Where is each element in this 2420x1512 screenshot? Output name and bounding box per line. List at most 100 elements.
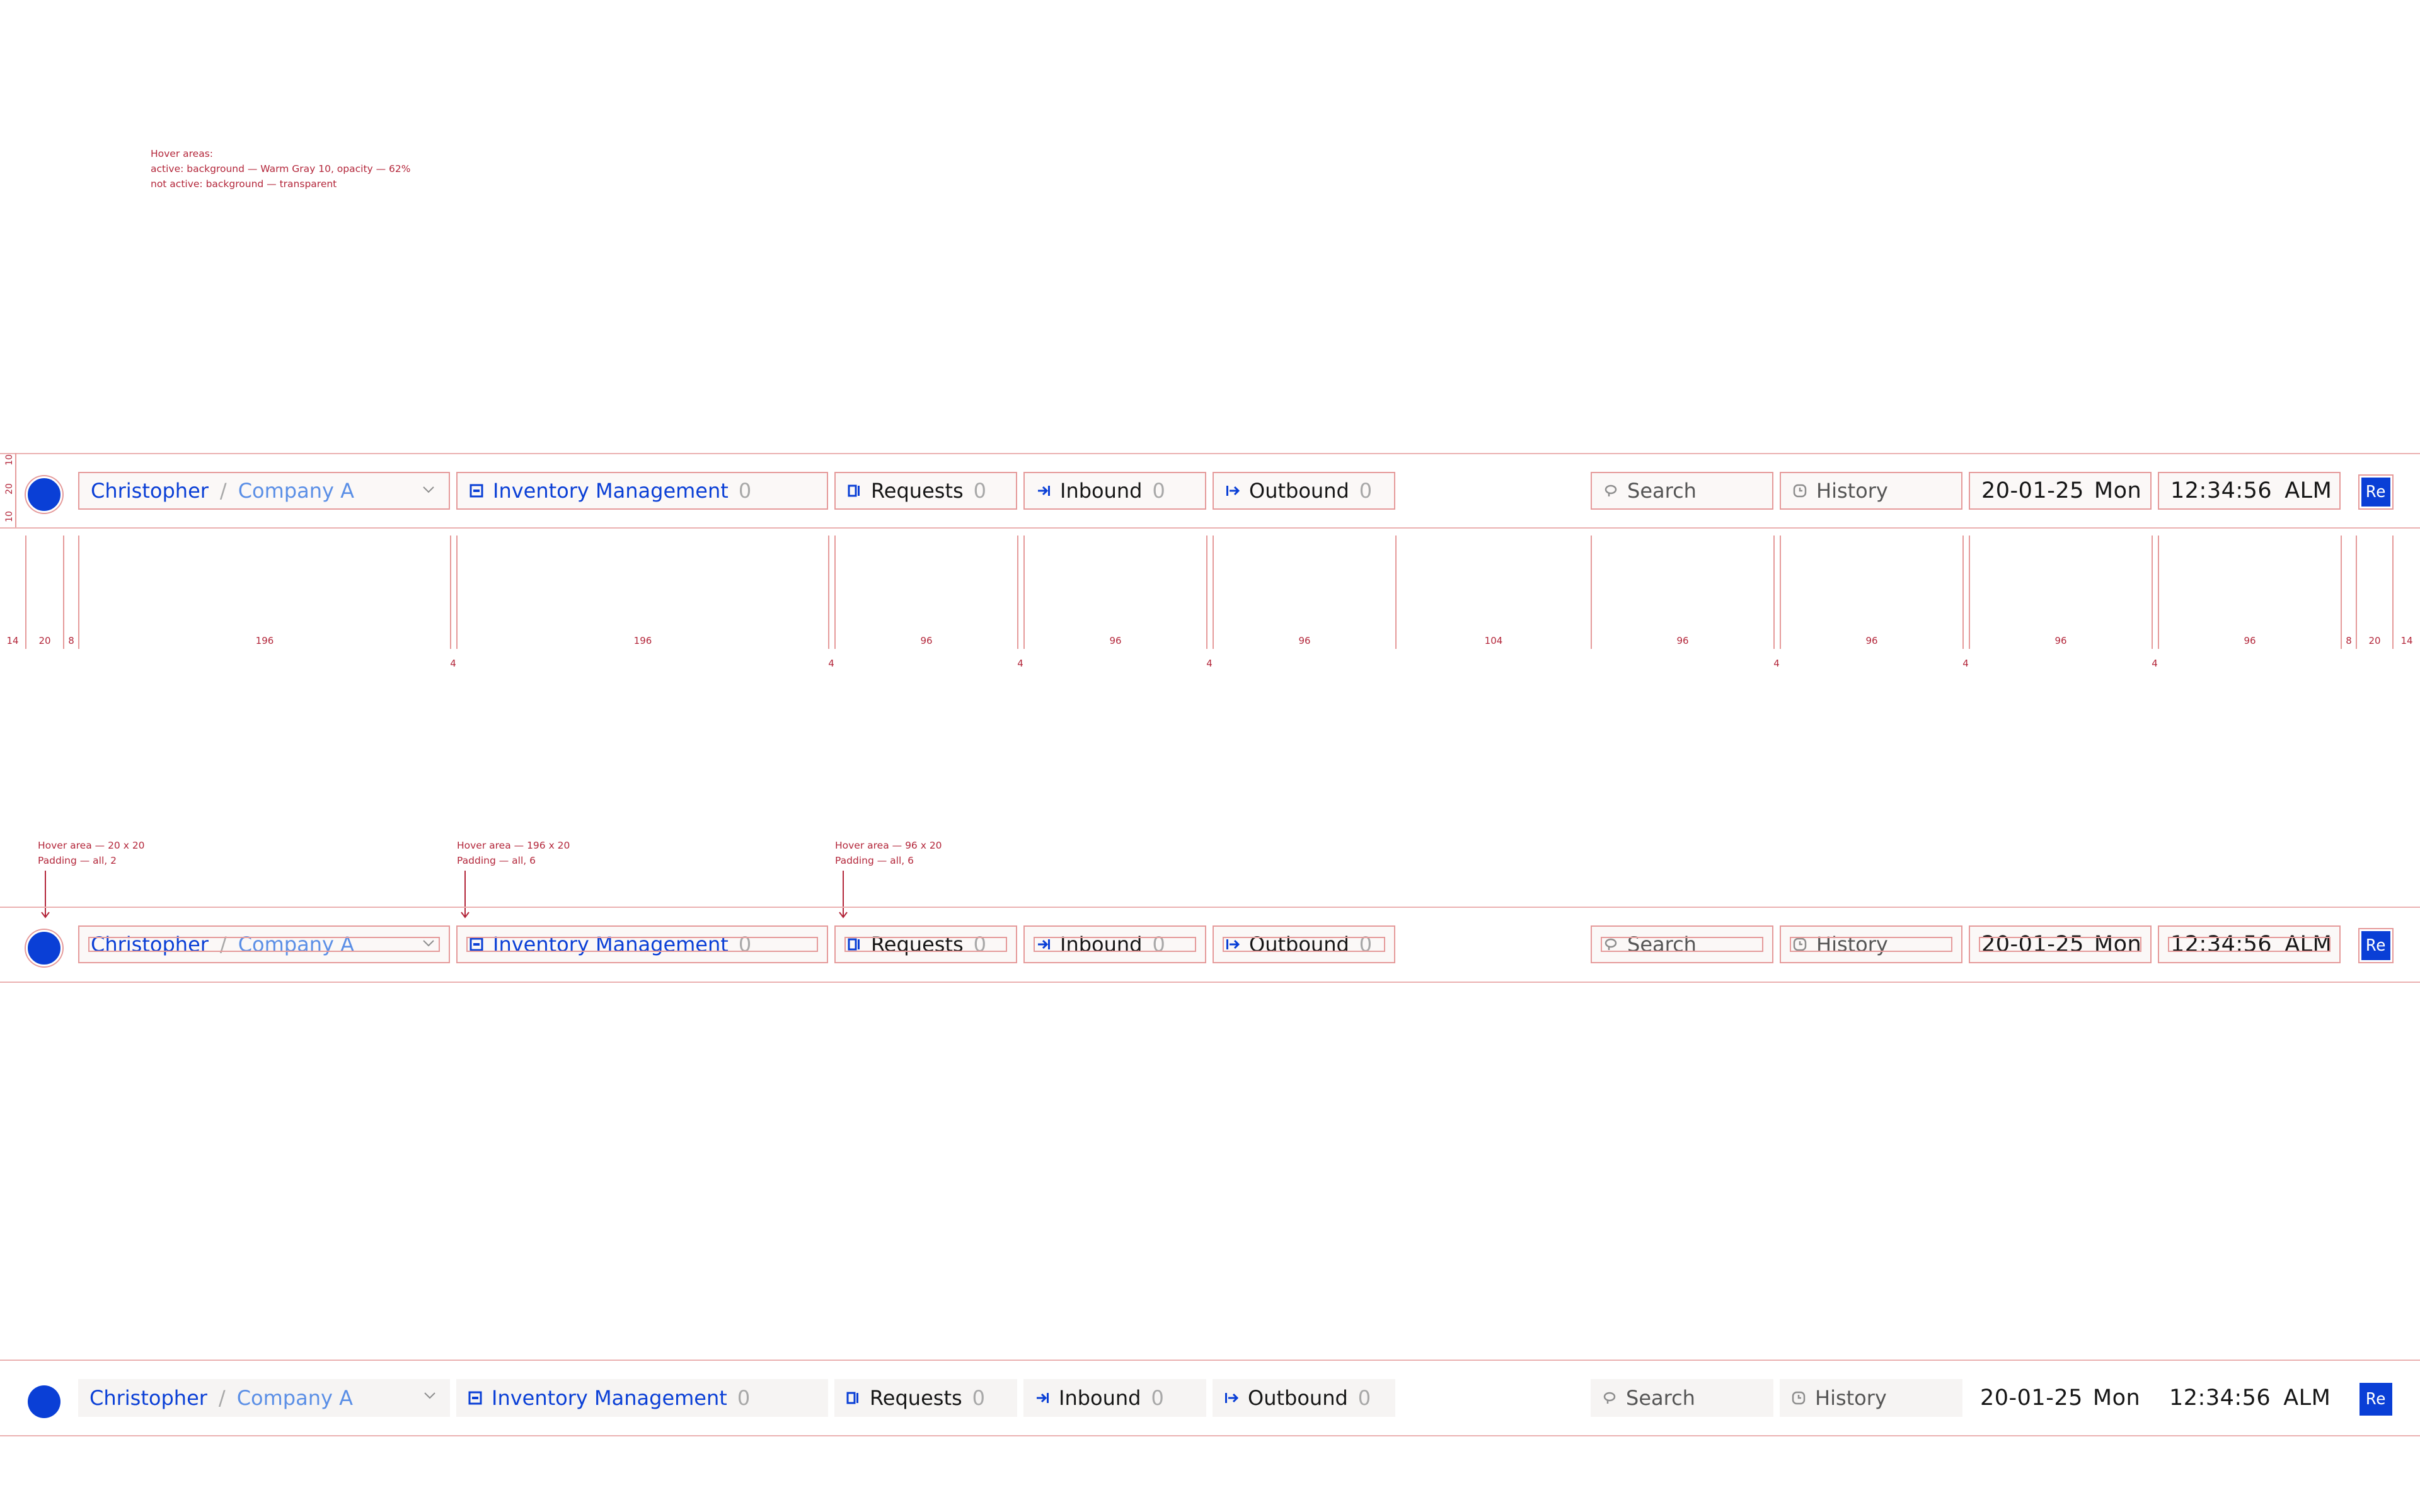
avatar[interactable] [28,1385,60,1418]
outbound-icon [1225,937,1240,952]
tab-inventory-management[interactable]: Inventory Management 0 [456,925,828,963]
note-line: Hover area — 196 x 20 [457,840,570,851]
company-name: Company A [238,479,354,503]
chevron-down-icon [423,486,434,493]
user-company-dropdown[interactable]: Christopher / Company A [78,925,450,963]
chevron-down-icon [424,1392,435,1399]
tab-count: 0 [1151,1386,1164,1410]
narrow-hover-note: Hover area — 96 x 20 Padding — all, 6 [835,838,942,868]
guide-line [456,536,458,649]
dim-label: 14 [6,635,19,646]
tab-inventory-management[interactable]: Inventory Management 0 [456,1379,828,1417]
tab-count: 0 [1359,479,1373,503]
dim-label: 96 [1676,635,1689,646]
tab-label: Outbound [1249,932,1349,956]
app-logo[interactable]: Re [2360,476,2392,508]
navbar-spec: Christopher / Company A Inventory Manage… [0,453,2420,529]
user-name: Christopher [91,932,209,956]
day-value: Mon [2094,932,2142,957]
company-name: Company A [236,1386,353,1410]
note-title: Hover areas: [151,148,214,159]
outbound-icon [1225,483,1240,498]
search-icon [1603,937,1618,952]
tab-inbound[interactable]: Inbound 0 [1023,472,1206,510]
guide-line [1023,536,1025,649]
requests-icon [846,1390,861,1406]
search-button[interactable]: Search [1591,1379,1773,1417]
tab-requests[interactable]: Requests 0 [834,925,1017,963]
search-button[interactable]: Search [1591,472,1773,510]
time-display: 12:34:56 ALM [2158,925,2341,963]
user-company-dropdown[interactable]: Christopher / Company A [78,1379,450,1417]
user-company-dropdown[interactable]: Christopher / Company A [78,472,450,510]
tab-count: 0 [1152,479,1165,503]
tab-outbound[interactable]: Outbound 0 [1213,1379,1395,1417]
dim-label: 8 [2346,635,2352,646]
time-value: 12:34:56 [2170,478,2273,503]
navbar-hover-spec: Christopher / Company A Inventory Manage… [0,907,2420,982]
guide-line [828,536,829,649]
tab-label: Inbound [1059,1386,1141,1410]
app-logo[interactable]: Re [2360,929,2392,962]
dim-label: 196 [633,635,652,646]
tab-requests[interactable]: Requests 0 [834,1379,1017,1417]
inbound-icon [1036,483,1051,498]
tab-outbound[interactable]: Outbound 0 [1213,925,1395,963]
guide-line [1395,536,1397,649]
breadcrumb-separator: / [218,1386,226,1410]
navbar-final: Christopher / Company A Inventory Manage… [0,1360,2420,1436]
search-icon [1603,483,1618,498]
tab-outbound[interactable]: Outbound 0 [1213,472,1395,510]
guide-line [1962,536,1964,649]
tab-count: 0 [1357,1386,1371,1410]
guide-line [2341,536,2342,649]
history-button[interactable]: History [1780,925,1962,963]
tab-inbound[interactable]: Inbound 0 [1023,925,1206,963]
note-inactive: not active: background — transparent [151,178,337,190]
tab-label: Outbound [1248,1386,1348,1410]
guide-line [1969,536,1970,649]
date-value: 20-01-25 [1980,1385,2083,1411]
search-button[interactable]: Search [1591,925,1773,963]
tab-label: Inbound [1060,479,1143,503]
tab-label: Inventory Management [493,479,729,503]
note-line: Hover area — 20 x 20 [38,840,145,851]
history-button[interactable]: History [1780,472,1962,510]
guide-line [2392,536,2394,649]
history-label: History [1815,1386,1887,1410]
outbound-icon [1224,1390,1239,1406]
avatar[interactable] [26,476,62,513]
search-label: Search [1627,479,1697,503]
dim-label: 96 [2244,635,2256,646]
tab-label: Inventory Management [493,932,729,956]
guide-line [2152,536,2153,649]
avatar[interactable] [26,930,62,966]
day-value: Mon [2092,1385,2141,1411]
history-button[interactable]: History [1780,1379,1962,1417]
tab-label: Inbound [1060,932,1143,956]
avatar-hover-note: Hover area — 20 x 20 Padding — all, 2 [38,838,145,868]
date-value: 20-01-25 [1981,932,2084,957]
tab-inbound[interactable]: Inbound 0 [1023,1379,1206,1417]
tab-count: 0 [737,1386,751,1410]
guide-line [1773,536,1775,649]
guide-line [63,536,64,649]
company-name: Company A [238,932,354,956]
dim-label: 14 [2400,635,2413,646]
tab-inventory-management[interactable]: Inventory Management 0 [456,472,828,510]
requests-icon [847,937,862,952]
inventory-icon [469,937,484,952]
tab-requests[interactable]: Requests 0 [834,472,1017,510]
requests-icon [847,483,862,498]
note-line: Padding — all, 2 [38,855,117,866]
guide-line [1017,536,1018,649]
history-label: History [1816,932,1888,956]
dim-label: 96 [1298,635,1311,646]
tab-count: 0 [738,479,752,503]
inbound-icon [1036,937,1051,952]
tab-label: Requests [871,479,964,503]
app-logo[interactable]: Re [2360,1383,2392,1416]
tab-count: 0 [972,1386,986,1410]
dim-label: 20 [38,635,51,646]
clock-icon [1791,1390,1806,1406]
